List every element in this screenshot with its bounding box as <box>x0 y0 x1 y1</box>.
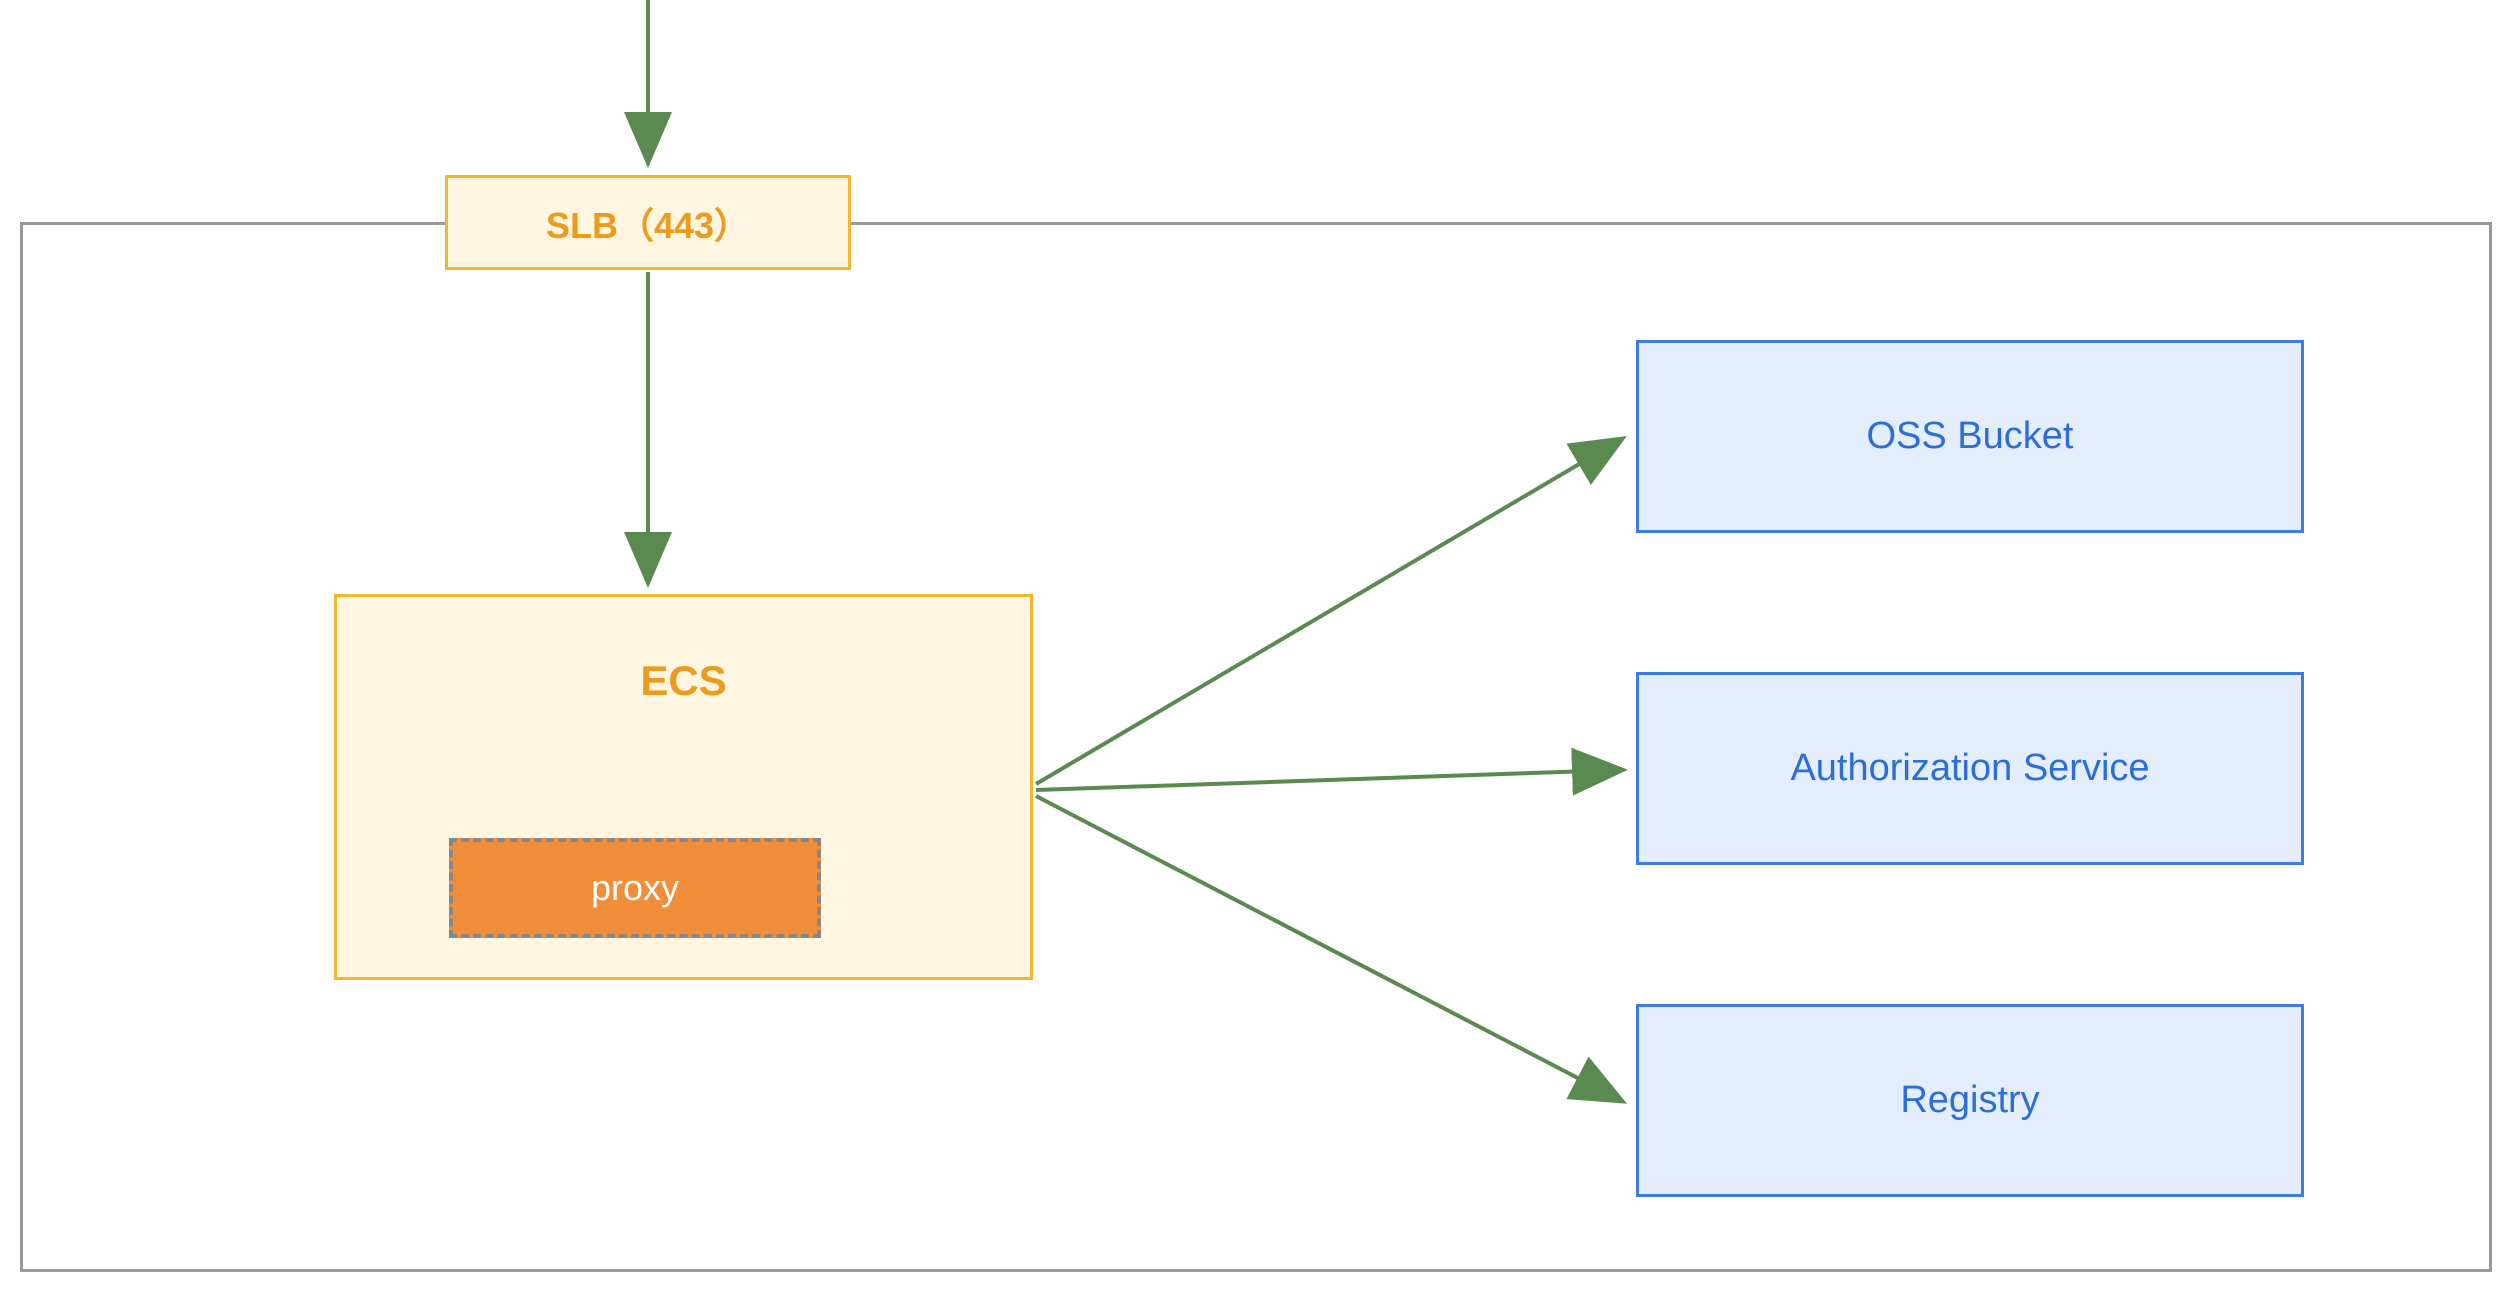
proxy-node: proxy <box>449 838 821 938</box>
proxy-label: proxy <box>591 867 679 909</box>
ecs-node: ECS proxy <box>334 594 1033 980</box>
ecs-label: ECS <box>337 657 1030 705</box>
slb-label: SLB（443） <box>546 197 750 249</box>
oss-label: OSS Bucket <box>1867 415 2074 458</box>
registry-label: Registry <box>1900 1079 2039 1122</box>
registry-node: Registry <box>1636 1004 2304 1197</box>
architecture-diagram: SLB（443） ECS proxy OSS Bucket Authorizat… <box>0 0 2516 1299</box>
slb-node: SLB（443） <box>445 175 851 270</box>
oss-bucket-node: OSS Bucket <box>1636 340 2304 533</box>
authorization-service-node: Authorization Service <box>1636 672 2304 865</box>
auth-label: Authorization Service <box>1790 747 2149 790</box>
